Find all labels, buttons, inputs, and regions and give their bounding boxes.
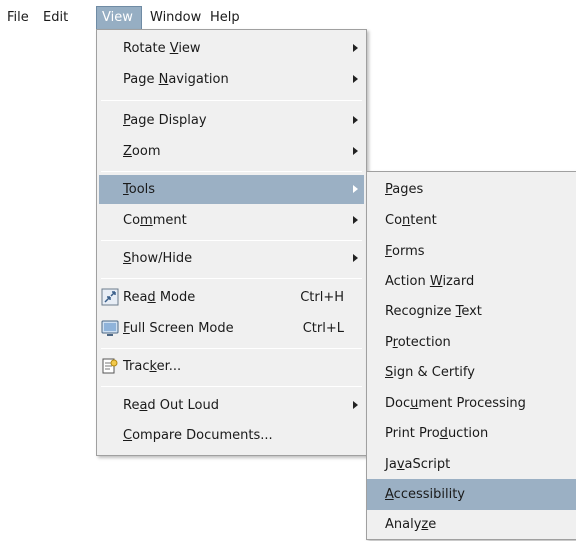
submenu-item-label: Analyze <box>385 517 437 532</box>
submenu-item-label: Content <box>385 213 437 228</box>
submenu-item-document-processing[interactable]: Document Processing <box>367 388 576 419</box>
submenu-item-recognize-text[interactable]: Recognize Text <box>367 296 576 327</box>
menu-separator <box>101 171 362 172</box>
submenu-item-sign-certify[interactable]: Sign & Certify <box>367 357 576 388</box>
menu-item-read-out-loud[interactable]: Read Out Loud <box>99 391 364 420</box>
screenshot-stage: File Edit View Window Help Rotate View P… <box>0 0 576 541</box>
menu-item-full-screen-mode[interactable]: Full Screen Mode Ctrl+L <box>99 314 364 343</box>
menu-view[interactable]: View <box>96 6 142 30</box>
menu-separator <box>101 348 362 349</box>
submenu-item-label: Accessibility <box>385 487 466 502</box>
submenu-arrow-icon <box>353 401 358 409</box>
submenu-arrow-icon <box>353 116 358 124</box>
menu-window[interactable]: Window <box>145 6 206 30</box>
tools-submenu: Pages Content Forms Action Wizard Recogn… <box>366 171 576 540</box>
menu-help[interactable]: Help <box>205 6 245 30</box>
submenu-item-label: Recognize Text <box>385 304 482 319</box>
menu-separator <box>101 240 362 241</box>
menu-item-shortcut: Ctrl+L <box>302 321 344 336</box>
submenu-item-analyze[interactable]: Analyze <box>367 509 576 540</box>
menu-separator <box>101 386 362 387</box>
menu-item-label: Comment <box>123 213 187 228</box>
menu-item-label: Zoom <box>123 144 161 159</box>
submenu-arrow-icon <box>353 147 358 155</box>
submenu-arrow-icon <box>353 216 358 224</box>
submenu-item-label: JavaScript <box>385 457 451 472</box>
submenu-item-label: Protection <box>385 335 451 350</box>
menu-item-tracker[interactable]: Tracker... <box>99 352 364 381</box>
read-mode-icon <box>101 288 119 306</box>
submenu-item-label: Action Wizard <box>385 274 475 289</box>
menu-item-page-navigation[interactable]: Page Navigation <box>99 65 364 94</box>
menu-item-read-mode[interactable]: Read Mode Ctrl+H <box>99 283 364 312</box>
submenu-item-content[interactable]: Content <box>367 205 576 236</box>
menu-item-show-hide[interactable]: Show/Hide <box>99 244 364 273</box>
menu-item-zoom[interactable]: Zoom <box>99 137 364 166</box>
view-menu: Rotate View Page Navigation Page Display… <box>96 29 367 456</box>
submenu-item-javascript[interactable]: JavaScript <box>367 449 576 480</box>
menu-item-label: Full Screen Mode <box>123 321 234 336</box>
submenu-item-print-production[interactable]: Print Production <box>367 418 576 449</box>
submenu-item-accessibility[interactable]: Accessibility <box>367 479 576 510</box>
submenu-item-label: Sign & Certify <box>385 365 475 380</box>
menu-item-label: Tracker... <box>123 359 182 374</box>
submenu-arrow-icon <box>353 44 358 52</box>
submenu-item-pages[interactable]: Pages <box>367 174 576 205</box>
submenu-item-label: Document Processing <box>385 396 526 411</box>
menu-item-label: Page Navigation <box>123 72 229 87</box>
menu-item-rotate-view[interactable]: Rotate View <box>99 34 364 63</box>
menu-file[interactable]: File <box>2 6 34 30</box>
menu-item-shortcut: Ctrl+H <box>300 290 344 305</box>
tracker-icon <box>101 357 119 375</box>
submenu-arrow-icon <box>353 185 358 193</box>
menu-edit[interactable]: Edit <box>38 6 73 30</box>
submenu-item-label: Pages <box>385 182 424 197</box>
submenu-item-action-wizard[interactable]: Action Wizard <box>367 266 576 297</box>
menu-item-comment[interactable]: Comment <box>99 206 364 235</box>
submenu-arrow-icon <box>353 254 358 262</box>
full-screen-icon <box>101 319 119 337</box>
menu-item-label: Tools <box>123 182 156 197</box>
submenu-arrow-icon <box>353 75 358 83</box>
submenu-item-forms[interactable]: Forms <box>367 236 576 267</box>
submenu-item-label: Forms <box>385 244 425 259</box>
menu-item-page-display[interactable]: Page Display <box>99 106 364 135</box>
menu-item-label: Rotate View <box>123 41 201 56</box>
menu-item-compare-documents[interactable]: Compare Documents... <box>99 421 364 450</box>
submenu-item-protection[interactable]: Protection <box>367 327 576 358</box>
menu-separator <box>101 278 362 279</box>
menu-item-tools[interactable]: Tools <box>99 175 364 204</box>
menu-item-label: Compare Documents... <box>123 428 273 443</box>
menu-item-label: Read Out Loud <box>123 398 219 413</box>
menu-item-label: Page Display <box>123 113 207 128</box>
menu-item-label: Show/Hide <box>123 251 193 266</box>
menu-separator <box>101 100 362 101</box>
menu-item-label: Read Mode <box>123 290 196 305</box>
submenu-item-label: Print Production <box>385 426 489 441</box>
